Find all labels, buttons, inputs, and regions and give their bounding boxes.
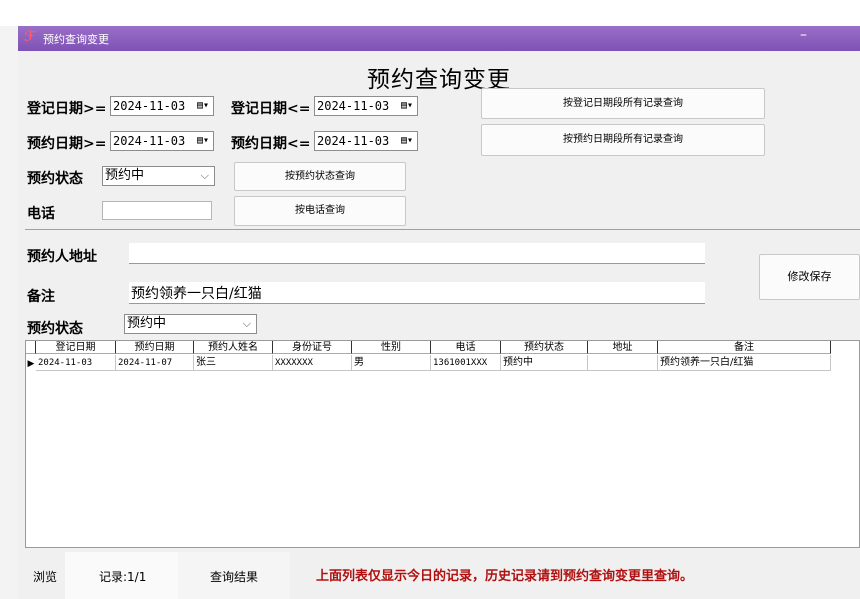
reg-date-from-value: 2024-11-03 xyxy=(113,99,186,113)
minimize-button[interactable]: – xyxy=(800,27,807,43)
reg-date-to-field[interactable]: 2024-11-03 ▤▾ xyxy=(314,96,418,116)
status-bar: 浏览 记录:1/1 查询结果 上面列表仅显示今日的记录，历史记录请到预约查询变更… xyxy=(18,548,860,599)
browse-tab[interactable]: 浏览 xyxy=(33,568,57,585)
table-cell[interactable]: 2024-11-03 xyxy=(36,355,116,371)
reg-date-to-value: 2024-11-03 xyxy=(317,99,390,113)
table-cell[interactable]: XXXXXXX xyxy=(273,355,352,371)
detail-status-value: 预约中 xyxy=(127,316,167,331)
appt-date-from-field[interactable]: 2024-11-03 ▤▾ xyxy=(110,131,214,151)
table-cell[interactable]: 2024-11-07 xyxy=(116,355,194,371)
records-table[interactable]: 登记日期 预约日期 预约人姓名 身份证号 性别 电话 预约状态 地址 备注 ▶ … xyxy=(25,340,860,548)
filter-status-label: 预约状态 xyxy=(27,171,83,187)
column-header[interactable]: 性别 xyxy=(352,341,431,354)
section-divider xyxy=(25,229,860,230)
app-logo-icon: ℱ xyxy=(24,29,36,45)
table-cell[interactable] xyxy=(588,355,658,371)
filter-status-value: 预约中 xyxy=(105,168,145,183)
appt-date-to-field[interactable]: 2024-11-03 ▤▾ xyxy=(314,131,418,151)
title-bar: ℱ 预约查询变更 – xyxy=(18,26,860,51)
column-header[interactable]: 预约状态 xyxy=(501,341,588,354)
column-header[interactable]: 电话 xyxy=(431,341,501,354)
notice-text: 上面列表仅显示今日的记录，历史记录请到预约查询变更里查询。 xyxy=(316,569,694,584)
form-window: ℱ 预约查询变更 – 预约查询变更 登记日期>= 2024-11-03 ▤▾ 登… xyxy=(18,26,860,599)
note-label: 备注 xyxy=(27,289,55,305)
window-title: 预约查询变更 xyxy=(43,33,109,46)
table-cell[interactable]: 预约中 xyxy=(501,355,588,371)
column-header[interactable]: 预约日期 xyxy=(116,341,194,354)
table-cell[interactable]: 男 xyxy=(352,355,431,371)
query-by-status-button[interactable]: 按预约状态查询 xyxy=(234,162,406,191)
reg-date-from-field[interactable]: 2024-11-03 ▤▾ xyxy=(110,96,214,116)
appt-date-from-label: 预约日期>= xyxy=(27,136,107,152)
record-counter: 记录:1/1 xyxy=(99,570,147,584)
reg-date-from-label: 登记日期>= xyxy=(27,101,107,117)
appt-date-to-value: 2024-11-03 xyxy=(317,134,390,148)
chevron-down-icon[interactable]: ⌵ xyxy=(243,315,251,333)
reg-date-to-label: 登记日期<= xyxy=(231,101,311,117)
appt-date-from-value: 2024-11-03 xyxy=(113,134,186,148)
query-by-appt-date-button[interactable]: 按预约日期段所有记录查询 xyxy=(481,124,765,156)
detail-status-label: 预约状态 xyxy=(27,321,83,337)
detail-status-select[interactable]: 预约中 ⌵ xyxy=(124,314,257,334)
calendar-dropdown-icon[interactable]: ▤▾ xyxy=(197,132,209,150)
calendar-dropdown-icon[interactable]: ▤▾ xyxy=(401,132,413,150)
query-by-phone-button[interactable]: 按电话查询 xyxy=(234,196,406,226)
appt-date-to-label: 预约日期<= xyxy=(231,136,311,152)
row-pointer-icon[interactable]: ▶ xyxy=(26,355,36,371)
calendar-dropdown-icon[interactable]: ▤▾ xyxy=(401,97,413,115)
phone-label: 电话 xyxy=(27,206,55,222)
note-input[interactable]: 预约领养一只白/红猫 xyxy=(129,282,705,304)
column-header[interactable]: 备注 xyxy=(658,341,831,354)
address-label: 预约人地址 xyxy=(27,249,97,265)
address-input[interactable] xyxy=(129,243,705,264)
query-results-tab[interactable]: 查询结果 xyxy=(210,568,258,585)
left-margin xyxy=(0,26,18,599)
row-selector-header xyxy=(26,341,36,354)
filter-status-select[interactable]: 预约中 ⌵ xyxy=(102,166,215,186)
column-header[interactable]: 预约人姓名 xyxy=(194,341,273,354)
phone-input[interactable] xyxy=(102,201,212,220)
query-by-reg-date-button[interactable]: 按登记日期段所有记录查询 xyxy=(481,88,765,119)
table-cell[interactable]: 张三 xyxy=(194,355,273,371)
column-header[interactable]: 登记日期 xyxy=(36,341,116,354)
column-header[interactable]: 地址 xyxy=(588,341,658,354)
calendar-dropdown-icon[interactable]: ▤▾ xyxy=(197,97,209,115)
note-value: 预约领养一只白/红猫 xyxy=(131,286,262,302)
save-changes-button[interactable]: 修改保存 xyxy=(759,254,860,300)
column-header[interactable]: 身份证号 xyxy=(273,341,352,354)
table-cell[interactable]: 预约领养一只白/红猫 xyxy=(658,355,831,371)
chevron-down-icon[interactable]: ⌵ xyxy=(201,167,209,185)
table-cell[interactable]: 1361001XXX xyxy=(431,355,501,371)
